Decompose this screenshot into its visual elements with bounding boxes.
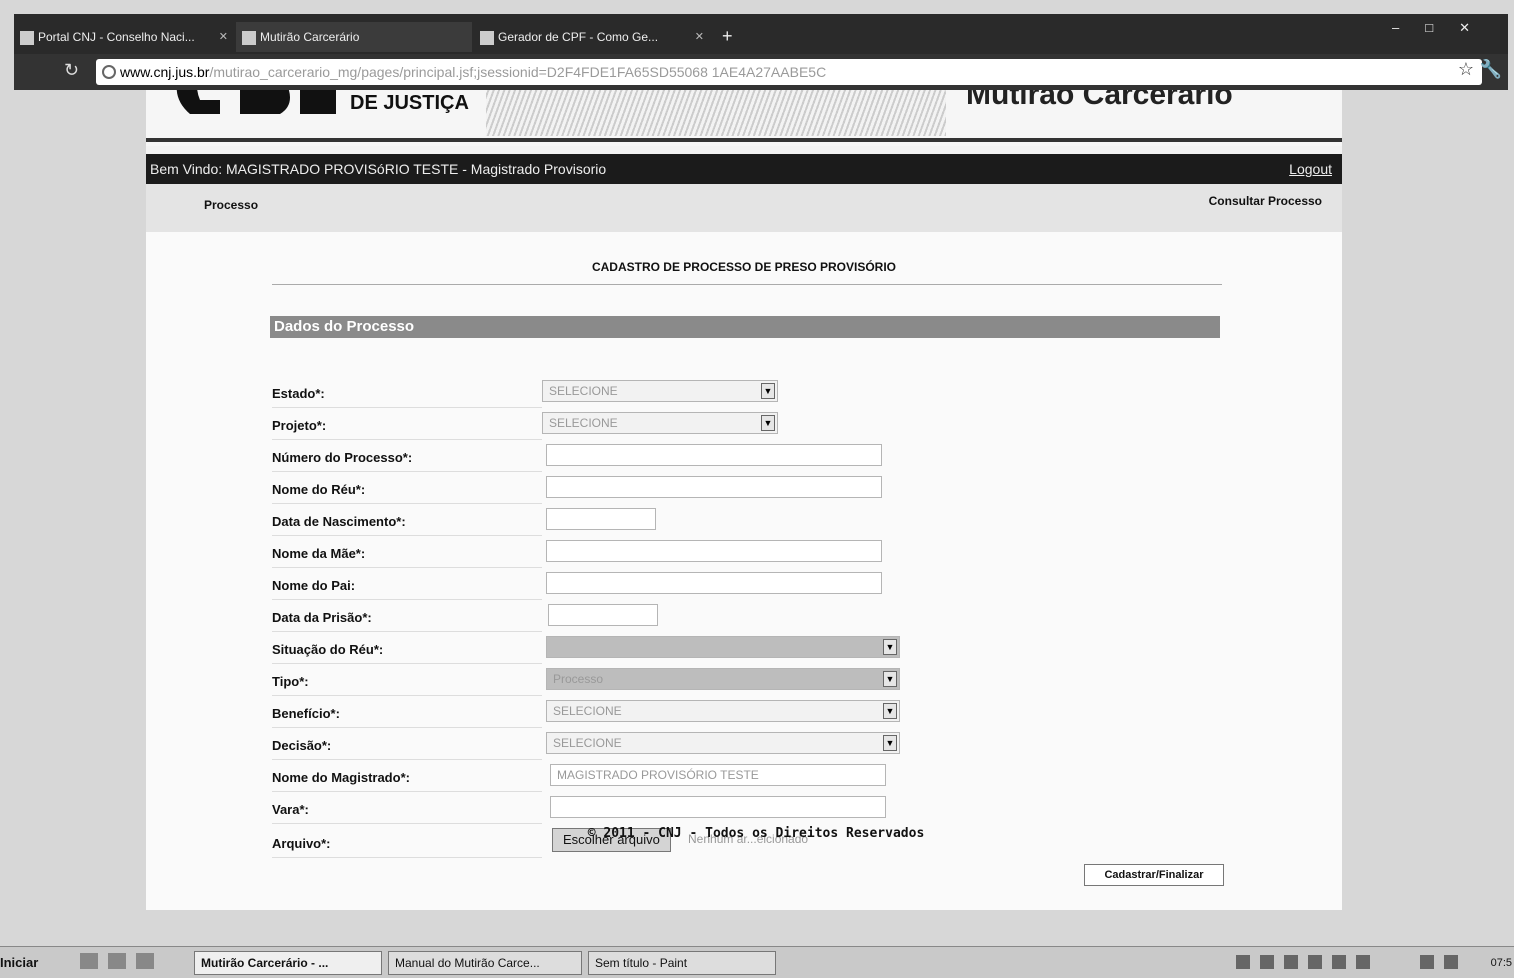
start-button[interactable]: Iniciar <box>0 955 38 970</box>
task-manual-mutirao[interactable]: Manual do Mutirão Carce... <box>388 951 582 975</box>
network-icon[interactable] <box>1420 955 1434 969</box>
cnj-favicon-icon <box>20 30 34 45</box>
task-label: Mutirão Carcerário - ... <box>201 956 329 970</box>
browser-quick-launch-icon[interactable] <box>136 953 154 969</box>
tray-app-icon[interactable] <box>1236 955 1250 969</box>
tray-app-icon[interactable] <box>1356 955 1370 969</box>
task-mutirao-carcerario[interactable]: Mutirão Carcerário - ... <box>194 951 382 975</box>
volume-icon[interactable] <box>1444 955 1458 969</box>
task-label: Manual do Mutirão Carce... <box>395 956 540 970</box>
reload-icon[interactable]: ↻ <box>64 60 79 81</box>
task-paint[interactable]: Sem título - Paint <box>588 951 776 975</box>
show-desktop-icon[interactable] <box>80 953 98 969</box>
globe-icon <box>102 65 116 79</box>
footer-wrap: © 2011 - CNJ - Todos os Direitos Reserva… <box>146 0 1366 978</box>
tray-app-icon[interactable] <box>1284 955 1298 969</box>
tray-app-icon[interactable] <box>1260 955 1274 969</box>
clock[interactable]: 07:5 <box>1491 957 1512 969</box>
wrench-icon[interactable]: 🔧 <box>1480 59 1502 80</box>
window-controls[interactable]: –□✕ <box>1392 20 1496 36</box>
system-tray: 07:5 <box>1224 951 1514 975</box>
quick-launch-icon[interactable] <box>108 953 126 969</box>
tray-app-icon[interactable] <box>1332 955 1346 969</box>
task-label: Sem título - Paint <box>595 956 688 970</box>
page-footer: © 2011 - CNJ - Todos os Direitos Reserva… <box>587 826 925 841</box>
windows-taskbar: Iniciar Mutirão Carcerário - ... Manual … <box>0 946 1514 978</box>
bookmark-star-icon[interactable]: ☆ <box>1458 59 1474 80</box>
tray-app-icon[interactable] <box>1308 955 1322 969</box>
